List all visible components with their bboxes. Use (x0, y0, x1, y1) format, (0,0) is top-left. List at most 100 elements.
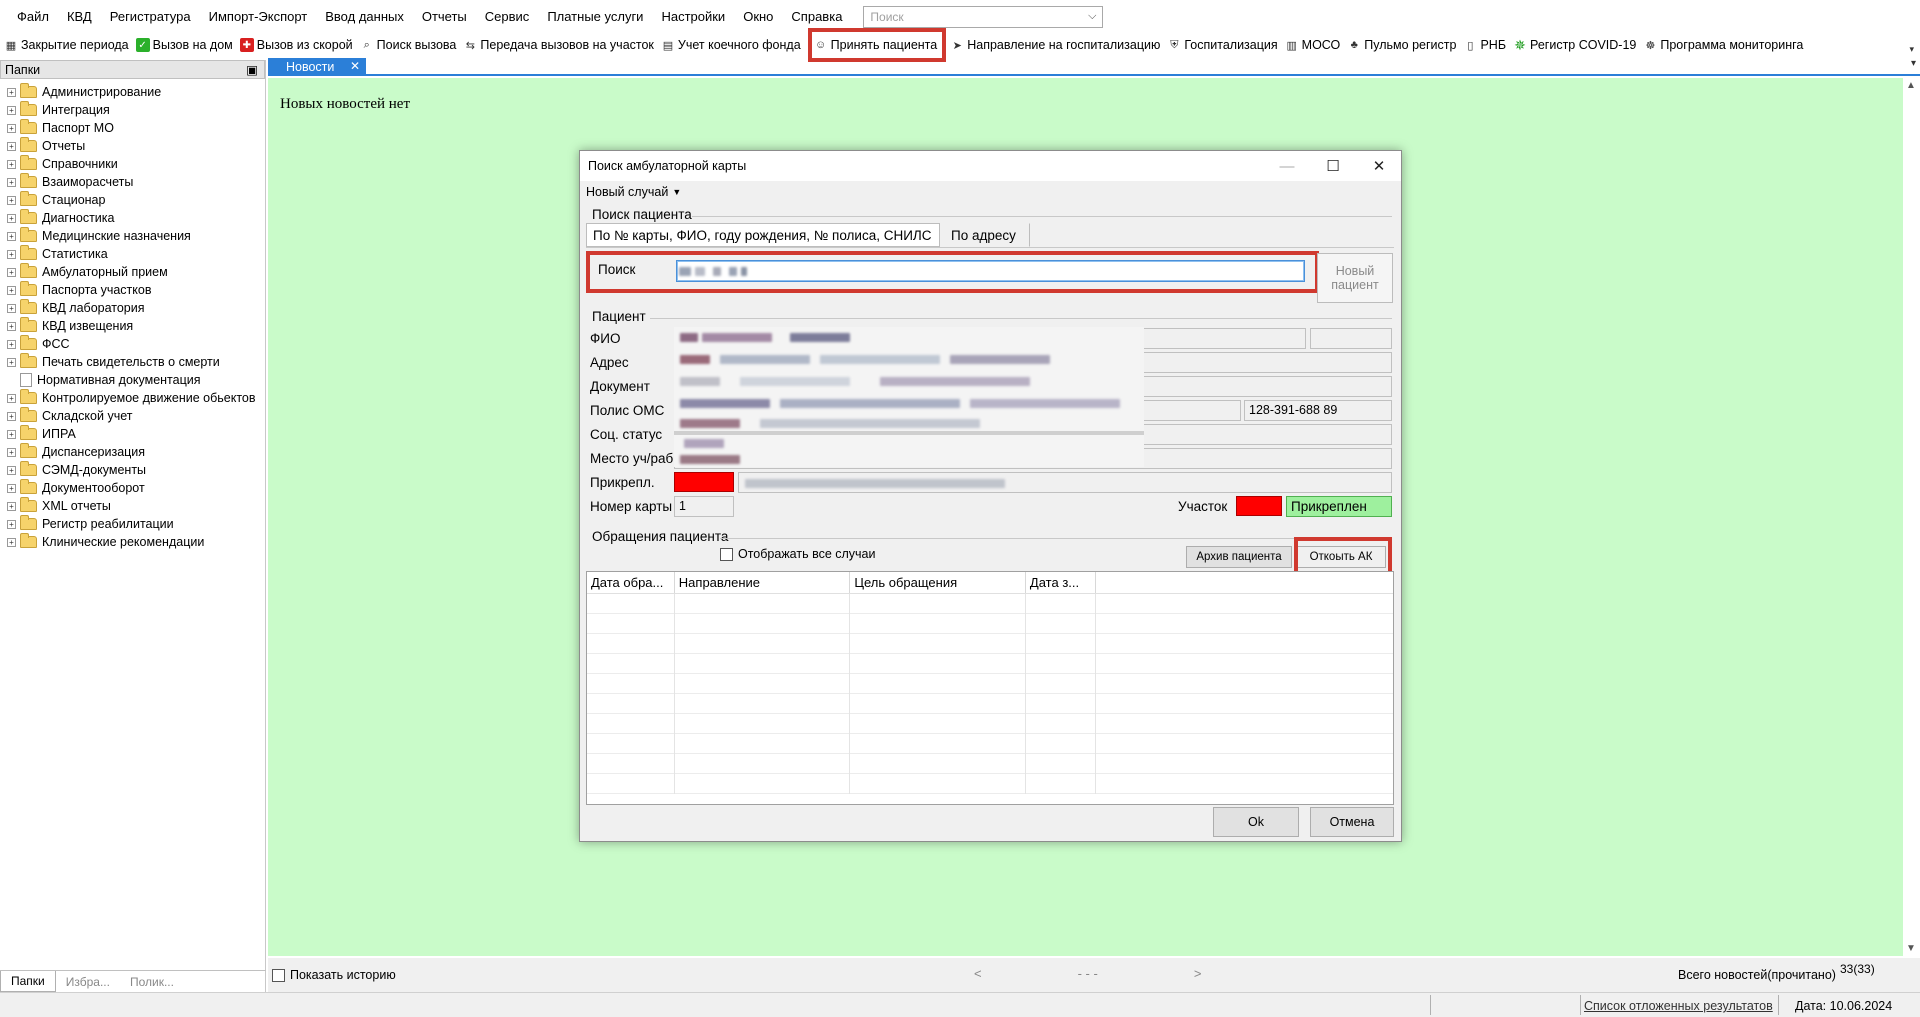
expand-icon[interactable]: + (7, 231, 16, 241)
toolbar-button[interactable]: ▯ РНБ (1461, 33, 1511, 57)
show-all-cases-checkbox[interactable]: Отображать все случаи (720, 547, 876, 561)
expand-icon[interactable]: + (7, 357, 16, 367)
expand-icon[interactable]: + (7, 303, 16, 313)
patient-archive-button[interactable]: Архив пациента (1186, 546, 1292, 568)
tree-node[interactable]: + СЭМД-документы (0, 461, 265, 479)
menu-item[interactable]: Импорт-Экспорт (200, 9, 317, 24)
prev-page-button[interactable]: < (974, 966, 982, 981)
tree-node[interactable]: + Контролируемое движение обьектов (0, 389, 265, 407)
tree-node[interactable]: + Паспорт МО (0, 119, 265, 137)
expand-icon[interactable]: + (7, 519, 16, 529)
column-header[interactable] (1096, 572, 1393, 593)
tree-node[interactable]: + КВД извещения (0, 317, 265, 335)
toolbar-button[interactable]: ♣ Пульмо регистр (1345, 33, 1461, 57)
close-icon[interactable]: ✕ (1356, 151, 1402, 181)
panel-tab[interactable]: Папки (0, 971, 56, 992)
menu-item[interactable]: Файл (8, 9, 58, 24)
column-header[interactable]: Направление (675, 572, 851, 593)
toolbar-button[interactable]: ⛨ Госпитализация (1165, 33, 1282, 57)
column-header[interactable]: Дата обра... (587, 572, 675, 593)
checkbox-box[interactable] (720, 547, 733, 561)
cancel-button[interactable]: Отмена (1310, 807, 1394, 837)
expand-icon[interactable]: + (7, 105, 16, 115)
tree-node[interactable]: + Администрирование (0, 83, 265, 101)
tree-node[interactable]: + Диспансеризация (0, 443, 265, 461)
toolbar-button[interactable]: ☸ Программа мониторинга (1641, 33, 1808, 57)
toolbar-button[interactable]: ▦ Закрытие периода (2, 33, 134, 57)
expand-icon[interactable]: + (7, 411, 16, 421)
tab-list-icon[interactable]: ▾ (1911, 58, 1916, 69)
panel-tab[interactable]: Полик... (120, 971, 184, 992)
toolbar-button[interactable]: ▥ МОСО (1283, 33, 1346, 57)
tree-node[interactable]: + Складской учет (0, 407, 265, 425)
panel-tab[interactable]: Избра... (56, 971, 120, 992)
column-header[interactable]: Дата з... (1026, 572, 1096, 593)
tree-node[interactable]: + Отчеты (0, 137, 265, 155)
tab-search-by-address[interactable]: По адресу (944, 223, 1030, 247)
toolbar-button[interactable]: ➤ Направление на госпитализацию (948, 33, 1165, 57)
tree-node[interactable]: + Справочники (0, 155, 265, 173)
new-patient-button[interactable]: Новый пациент (1317, 253, 1393, 303)
expand-icon[interactable]: + (7, 267, 16, 277)
toolbar-overflow-icon[interactable]: ▾ (1909, 44, 1914, 55)
tree-node[interactable]: + Медицинские назначения (0, 227, 265, 245)
tree-node[interactable]: + Взаиморасчеты (0, 173, 265, 191)
expand-icon[interactable]: + (7, 213, 16, 223)
expand-icon[interactable]: + (7, 321, 16, 331)
expand-icon[interactable]: + (7, 501, 16, 511)
tree-node[interactable]: + Печать свидетельств о смерти (0, 353, 265, 371)
tree-node[interactable]: + Интеграция (0, 101, 265, 119)
vertical-scrollbar[interactable]: ▲ ▼ (1903, 78, 1920, 956)
expand-icon[interactable]: + (7, 537, 16, 547)
column-header[interactable]: Цель обращения (850, 572, 1026, 593)
new-case-menu[interactable]: Новый случай ▼ (580, 181, 1401, 203)
toolbar-button[interactable]: ▤ Учет коечного фонда (659, 33, 806, 57)
pin-icon[interactable]: ▣ (246, 62, 258, 77)
tree-node[interactable]: + Клинические рекомендации (0, 533, 265, 551)
tree-node[interactable]: + Регистр реабилитации (0, 515, 265, 533)
expand-icon[interactable]: + (7, 285, 16, 295)
menu-item[interactable]: Сервис (476, 9, 539, 24)
tree-node[interactable]: + Статистика (0, 245, 265, 263)
tree-node[interactable]: + Документооборот (0, 479, 265, 497)
tree-node[interactable]: + Амбулаторный прием (0, 263, 265, 281)
menu-item[interactable]: Ввод данных (316, 9, 413, 24)
menu-item[interactable]: Окно (734, 9, 782, 24)
checkbox-box[interactable] (272, 968, 285, 982)
chevron-down-icon[interactable]: ⌵ (1088, 10, 1096, 23)
expand-icon[interactable]: + (7, 465, 16, 475)
tab-news[interactable]: Новости ✕ (268, 58, 366, 76)
expand-icon[interactable]: + (7, 141, 16, 151)
tree-node[interactable]: + Диагностика (0, 209, 265, 227)
expand-icon[interactable]: + (7, 195, 16, 205)
expand-icon[interactable]: + (7, 249, 16, 259)
ok-button[interactable]: Ok (1213, 807, 1299, 837)
menu-item[interactable]: Настройки (652, 9, 734, 24)
show-history-checkbox[interactable]: Показать историю (272, 968, 396, 982)
tree-node[interactable]: + Паспорта участков (0, 281, 265, 299)
expand-icon[interactable]: + (7, 177, 16, 187)
minimize-icon[interactable]: — (1264, 151, 1310, 181)
tab-search-by-card[interactable]: По № карты, ФИО, году рождения, № полиса… (586, 223, 940, 247)
toolbar-button[interactable]: ☺ Принять пациента (807, 28, 947, 62)
menu-item[interactable]: Регистратура (101, 9, 200, 24)
expand-icon[interactable]: + (7, 429, 16, 439)
toolbar-button[interactable]: ⌕ Поиск вызова (358, 33, 462, 57)
tree-node[interactable]: + КВД лаборатория (0, 299, 265, 317)
scroll-up-icon[interactable]: ▲ (1906, 80, 1916, 91)
menu-item[interactable]: Платные услуги (538, 9, 652, 24)
next-page-button[interactable]: > (1194, 966, 1202, 981)
global-search-combobox[interactable]: Поиск ⌵ (863, 5, 1104, 28)
expand-icon[interactable]: + (7, 159, 16, 169)
toolbar-button[interactable]: ✚ Вызов из скорой (238, 33, 358, 57)
expand-icon[interactable]: + (7, 339, 16, 349)
deferred-results-link[interactable]: Список отложенных результатов (1584, 999, 1773, 1013)
expand-icon[interactable]: + (7, 393, 16, 403)
expand-icon[interactable]: + (7, 87, 16, 97)
tree-node[interactable]: Нормативная документация (0, 371, 265, 389)
toolbar-button[interactable]: ✵ Регистр COVID-19 (1511, 33, 1641, 57)
tree-node[interactable]: + ФСС (0, 335, 265, 353)
menu-item[interactable]: КВД (58, 9, 101, 24)
tree-node[interactable]: + Стационар (0, 191, 265, 209)
close-icon[interactable]: ✕ (350, 59, 360, 73)
